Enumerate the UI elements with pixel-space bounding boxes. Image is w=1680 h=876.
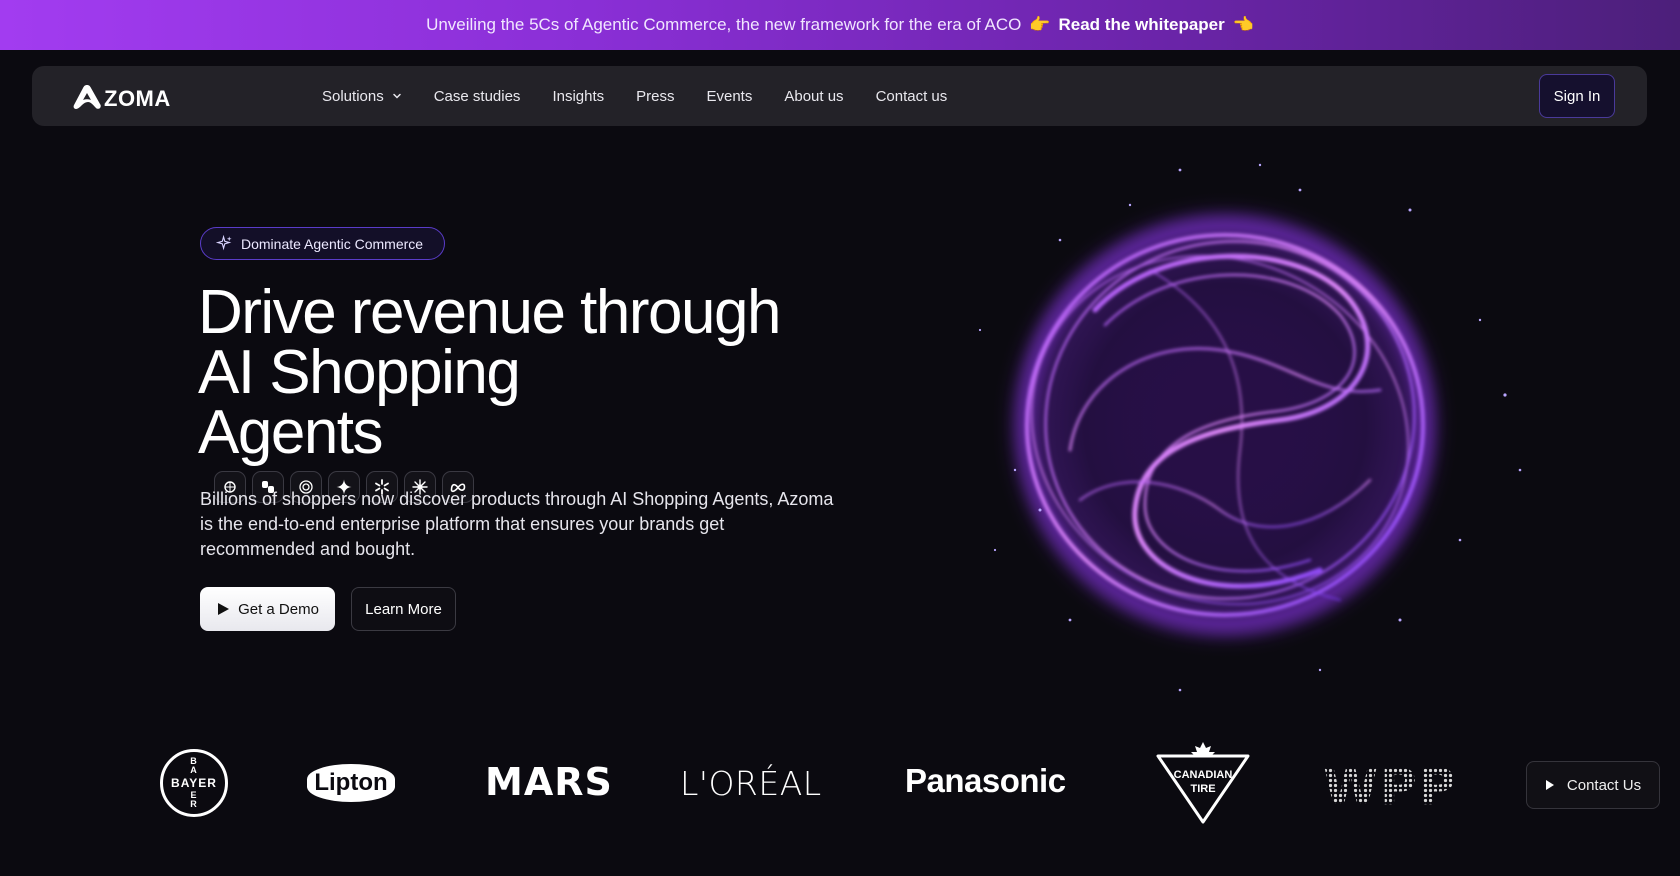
get-a-demo-button[interactable]: Get a Demo xyxy=(200,587,335,631)
nav-press[interactable]: Press xyxy=(636,88,674,105)
lipton-logo: Lipton xyxy=(307,764,395,802)
hero-headline: Drive revenue through AI Shopping Agents xyxy=(198,278,838,503)
energy-orb-graphic xyxy=(978,163,1522,692)
canadian-tire-logo: CANADIAN TIRE xyxy=(1155,740,1251,824)
play-icon xyxy=(218,603,230,615)
wpp-logo: WPP xyxy=(1323,758,1458,816)
hero-orb-visual xyxy=(920,150,1540,710)
contact-us-floating-button[interactable]: Contact Us xyxy=(1526,761,1660,809)
panasonic-logo: Panasonic xyxy=(905,762,1066,799)
get-a-demo-label: Get a Demo xyxy=(238,600,319,618)
bayer-horizontal-text: BAYER xyxy=(171,776,217,790)
chevron-down-icon xyxy=(392,93,401,99)
headline-line-1: Drive revenue through xyxy=(198,278,781,347)
play-icon xyxy=(1545,780,1554,790)
pill-label: Dominate Agentic Commerce xyxy=(241,235,424,252)
learn-more-button[interactable]: Learn More xyxy=(351,587,456,631)
logo-text: ZOMA xyxy=(104,86,171,111)
nav-links: Solutions Case studies Insights Press Ev… xyxy=(322,66,947,126)
bayer-vertical-r: R xyxy=(190,799,198,809)
nav-events[interactable]: Events xyxy=(706,88,752,105)
nav-contact-us[interactable]: Contact us xyxy=(876,88,948,105)
azoma-logo-icon xyxy=(73,85,101,109)
read-whitepaper-link[interactable]: Read the whitepaper xyxy=(1059,15,1225,35)
nav-about-us[interactable]: About us xyxy=(784,88,843,105)
nav-solutions-label: Solutions xyxy=(322,87,384,105)
announcement-bar[interactable]: Unveiling the 5Cs of Agentic Commerce, t… xyxy=(0,0,1680,50)
customer-logos-row: BAYER B A E R Lipton MARS L'ORÉAL Panaso… xyxy=(150,740,1490,824)
nav-insights[interactable]: Insights xyxy=(552,88,604,105)
headline-line-3-row: Agents xyxy=(198,402,838,503)
nav-case-studies[interactable]: Case studies xyxy=(434,88,521,105)
announcement-text: Unveiling the 5Cs of Agentic Commerce, t… xyxy=(426,15,1022,34)
bayer-vertical-a: A xyxy=(190,765,198,775)
canadian-tire-text-2: TIRE xyxy=(1190,783,1215,795)
sign-in-button[interactable]: Sign In xyxy=(1539,74,1615,118)
headline-line-2: AI Shopping xyxy=(198,338,521,407)
bayer-cross-graphic: BAYER B A E R xyxy=(171,756,217,809)
pointing-left-emoji: 👈 xyxy=(1232,15,1254,34)
nav-solutions[interactable]: Solutions xyxy=(322,88,402,105)
azoma-logo[interactable]: ZOMA xyxy=(72,82,171,112)
canadian-tire-text-1: CANADIAN xyxy=(1174,769,1233,781)
pointing-right-emoji: 👉 xyxy=(1029,15,1051,34)
canadian-tire-triangle: CANADIAN TIRE xyxy=(1156,742,1250,824)
navbar: ZOMA Solutions Case studies Insights Pre… xyxy=(32,66,1647,126)
bayer-logo: BAYER B A E R xyxy=(160,749,228,817)
hero-pill-badge: Dominate Agentic Commerce xyxy=(200,227,445,260)
headline-line-3: Agents xyxy=(198,398,384,467)
mars-logo: MARS xyxy=(485,760,613,804)
loreal-logo: L'ORÉAL xyxy=(680,764,822,803)
hero-subtext: Billions of shoppers now discover produc… xyxy=(200,489,834,559)
sparkle-icon xyxy=(216,235,232,251)
contact-us-label: Contact Us xyxy=(1566,776,1642,794)
